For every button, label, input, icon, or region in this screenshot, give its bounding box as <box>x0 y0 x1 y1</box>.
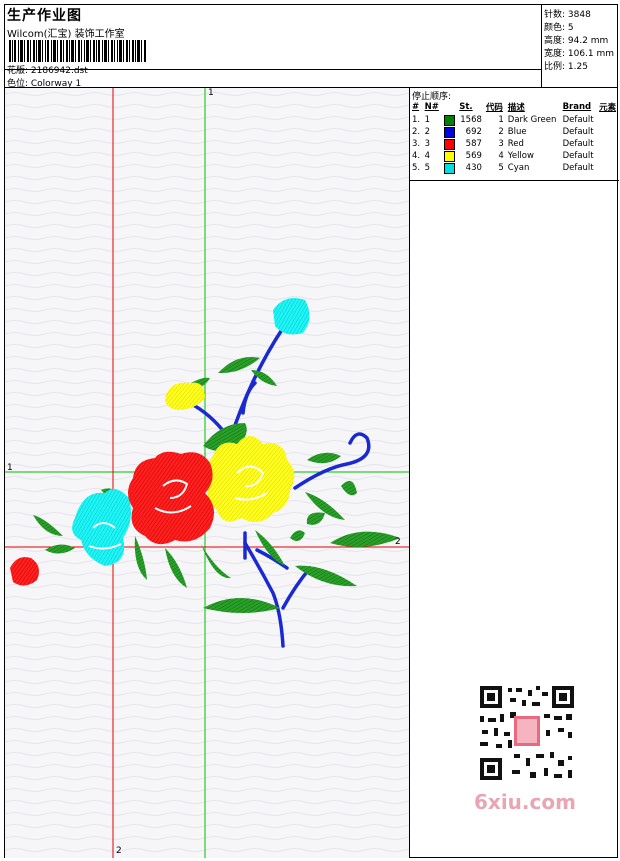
row-swatch <box>442 138 458 150</box>
row-needle: 3 <box>424 139 431 149</box>
barcode <box>9 40 146 62</box>
row-stitches: 1568 <box>460 115 482 125</box>
color-swatch <box>443 162 455 174</box>
col-stitches: St. <box>459 102 473 112</box>
row-element <box>597 114 619 126</box>
row-element <box>597 138 619 150</box>
row-swatch <box>442 126 458 138</box>
col-swatch <box>442 100 458 114</box>
col-needle: N# <box>424 102 439 112</box>
table-row: 1. 1 1568 1 Dark Green Default <box>410 114 619 126</box>
col-code: 代码 <box>485 103 503 113</box>
stitch-count: 针数: 3848 <box>544 10 591 20</box>
red-axis-right-label: 2 <box>395 537 401 547</box>
green-axis-top-label: 1 <box>208 88 214 98</box>
color-swatch <box>443 150 455 162</box>
row-swatch <box>442 150 458 162</box>
design-stats: 针数: 3848 颜色: 5 高度: 94.2 mm 宽度: 106.1 mm … <box>541 5 619 87</box>
table-row: 5. 5 430 5 Cyan Default <box>410 162 619 174</box>
row-swatch <box>442 114 458 126</box>
qr-code <box>470 680 582 786</box>
row-swatch <box>442 162 458 174</box>
header-divider <box>5 69 541 70</box>
row-index: 1. <box>412 115 421 125</box>
row-description: Yellow <box>507 151 534 161</box>
col-element: 元素 <box>599 103 617 113</box>
color-swatch <box>443 126 455 138</box>
row-brand: Default <box>562 115 594 125</box>
row-needle: 1 <box>424 115 431 125</box>
row-stitches: 587 <box>465 139 482 149</box>
row-code: 1 <box>498 115 504 125</box>
col-brand: Brand <box>562 102 592 112</box>
design-height: 高度: 94.2 mm <box>544 36 609 46</box>
table-header-row: # N# St. 代码 描述 Brand 元素 <box>410 100 619 114</box>
col-index: # <box>412 102 420 112</box>
row-stitches: 569 <box>465 151 482 161</box>
row-code: 2 <box>498 127 504 137</box>
row-needle: 2 <box>424 127 431 137</box>
row-brand: Default <box>562 151 594 161</box>
row-needle: 5 <box>424 163 431 173</box>
watermark: 6xiu.com <box>474 790 576 814</box>
row-brand: Default <box>562 163 594 173</box>
row-code: 5 <box>498 163 504 173</box>
page-subtitle: Wilcom(汇宝) 装饰工作室 <box>7 29 125 40</box>
row-element <box>597 126 619 138</box>
row-code: 4 <box>498 151 504 161</box>
row-index: 4. <box>412 151 421 161</box>
row-index: 5. <box>412 163 421 173</box>
row-code: 3 <box>498 139 504 149</box>
row-description: Red <box>507 139 524 149</box>
stop-sequence-table: # N# St. 代码 描述 Brand 元素 1. 1 1568 1 Dark Gre… <box>410 100 619 174</box>
row-stitches: 430 <box>465 163 482 173</box>
design-scale: 比例: 1.25 <box>544 62 588 72</box>
color-swatch <box>443 138 455 150</box>
design-canvas: 1 1 2 2 <box>5 88 409 858</box>
row-description: Cyan <box>507 163 530 173</box>
row-description: Dark Green <box>507 115 557 125</box>
color-count: 颜色: 5 <box>544 23 574 33</box>
col-description: 描述 <box>507 103 525 113</box>
design-width: 宽度: 106.1 mm <box>544 49 615 59</box>
table-row: 2. 2 692 2 Blue Default <box>410 126 619 138</box>
row-element <box>597 150 619 162</box>
row-index: 2. <box>412 127 421 137</box>
row-needle: 4 <box>424 151 431 161</box>
header-left: 生产作业图 Wilcom(汇宝) 装饰工作室 花版: 2186942.dst 色… <box>5 5 541 89</box>
row-stitches: 692 <box>465 127 482 137</box>
row-element <box>597 162 619 174</box>
page-title: 生产作业图 <box>7 8 82 24</box>
embroidery-preview <box>5 88 409 858</box>
red-axis-bottom-label: 2 <box>116 846 122 856</box>
row-index: 3. <box>412 139 421 149</box>
table-bottom-divider <box>410 180 619 181</box>
row-brand: Default <box>562 127 594 137</box>
row-brand: Default <box>562 139 594 149</box>
green-axis-left-label: 1 <box>7 463 13 473</box>
row-description: Blue <box>507 127 527 137</box>
table-row: 4. 4 569 4 Yellow Default <box>410 150 619 162</box>
table-row: 3. 3 587 3 Red Default <box>410 138 619 150</box>
color-swatch <box>443 114 455 126</box>
